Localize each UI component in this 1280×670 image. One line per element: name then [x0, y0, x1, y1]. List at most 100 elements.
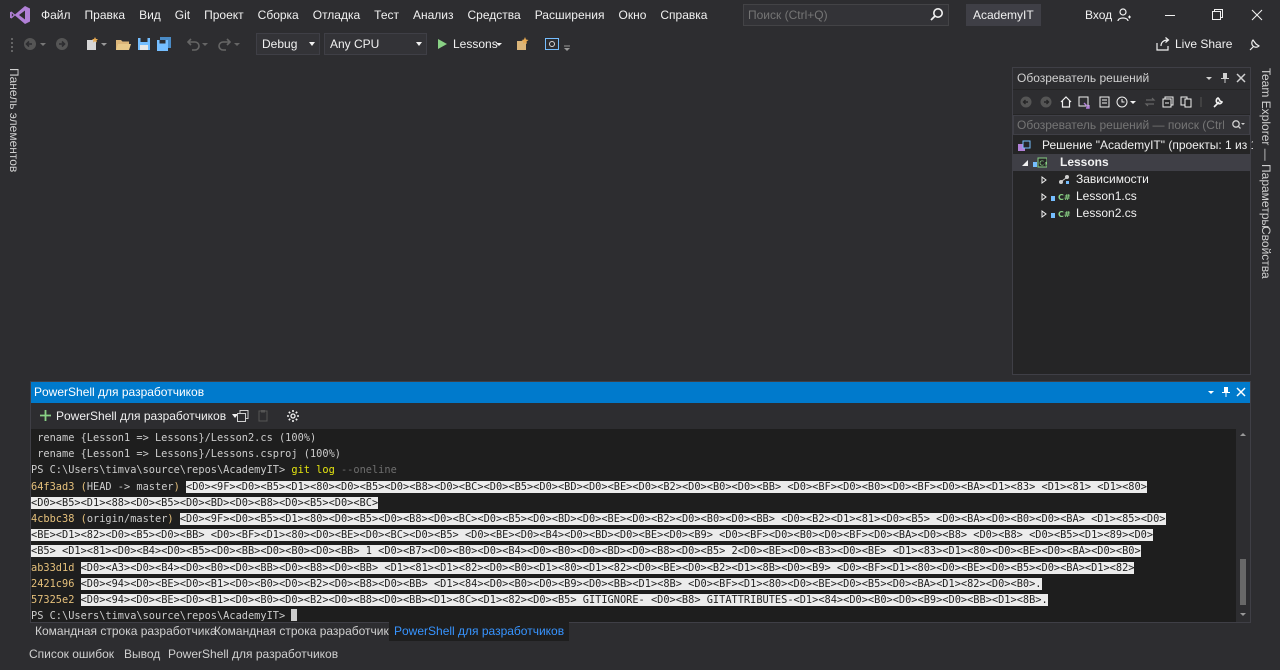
search-icon[interactable]: [928, 7, 946, 23]
menu-project[interactable]: Проект: [197, 0, 251, 30]
terminal-output[interactable]: rename {Lesson1 => Lessons}/Lesson2.cs (…: [31, 429, 1235, 622]
window-position-icon[interactable]: [1205, 386, 1217, 398]
back-dropdown-icon[interactable]: [38, 35, 48, 53]
save-all-icon[interactable]: [156, 35, 172, 53]
run-target-dropdown-icon[interactable]: [495, 35, 503, 53]
history-dropdown-icon[interactable]: [1129, 95, 1137, 109]
new-terminal-icon[interactable]: [39, 409, 52, 422]
tab-error-list[interactable]: Список ошибок: [24, 644, 119, 664]
tree-item-lesson1[interactable]: C# Lesson1.cs: [1013, 188, 1250, 205]
sign-in-link[interactable]: Вход: [1085, 0, 1112, 30]
tab-dev-powershell[interactable]: PowerShell для разработчиков: [389, 621, 570, 641]
settings-gear-icon[interactable]: [286, 409, 300, 423]
toolbar-overflow-icon[interactable]: [563, 35, 571, 53]
forward-icon[interactable]: [1039, 95, 1053, 109]
terminal-text: <B5> <D1><81><D0><B4><D0><B5><D0><BB><D0…: [31, 545, 1141, 558]
browser-link-icon[interactable]: [544, 35, 560, 53]
tab-output[interactable]: Вывод: [119, 644, 165, 664]
close-icon[interactable]: [1234, 0, 1280, 30]
tab-powershell[interactable]: PowerShell для разработчиков: [163, 644, 343, 664]
live-share-icon[interactable]: [1155, 35, 1171, 53]
undo-icon[interactable]: [185, 35, 201, 53]
pin-icon[interactable]: [1219, 72, 1231, 84]
navigate-forward-icon[interactable]: [54, 35, 70, 53]
menu-tools[interactable]: Средства: [461, 0, 528, 30]
close-icon[interactable]: [1235, 386, 1247, 398]
copy-icon[interactable]: [236, 409, 250, 423]
window-position-icon[interactable]: [1203, 72, 1215, 84]
properties-icon[interactable]: [1211, 95, 1225, 109]
home-icon[interactable]: [1059, 95, 1073, 109]
switch-views-icon[interactable]: [1077, 95, 1091, 109]
svg-text:C#: C#: [1058, 193, 1071, 202]
menu-git[interactable]: Git: [168, 0, 197, 30]
redo-icon[interactable]: [217, 35, 233, 53]
pin-icon[interactable]: [1220, 386, 1232, 398]
scroll-up-icon[interactable]: [1239, 431, 1247, 437]
back-icon[interactable]: [1019, 95, 1033, 109]
solution-search-input[interactable]: [1014, 116, 1224, 134]
search-icon[interactable]: [1231, 119, 1245, 131]
tree-item-solution[interactable]: Решение "AcademyIT" (проекты: 1 из 1): [1013, 137, 1261, 154]
open-folder-icon[interactable]: [115, 35, 131, 53]
solution-explorer-toolbar: [1013, 90, 1250, 114]
terminal-text: <D0><94><D0><BE><D0><B1><D0><B0><D0><B2>…: [80, 593, 1048, 606]
terminal-text: origin/master: [86, 512, 168, 525]
feedback-icon[interactable]: [1247, 35, 1263, 53]
menu-window[interactable]: Окно: [611, 0, 653, 30]
sync-icon[interactable]: [1143, 95, 1157, 109]
editor-area: [28, 58, 1010, 378]
configuration-select[interactable]: Debug: [256, 33, 320, 55]
tree-item-lesson2[interactable]: C# Lesson2.cs: [1013, 205, 1250, 222]
history-icon[interactable]: [1115, 95, 1129, 109]
scroll-down-icon[interactable]: [1239, 612, 1247, 618]
text-cursor: [291, 609, 298, 622]
menu-build[interactable]: Сборка: [251, 0, 306, 30]
visual-studio-logo-icon[interactable]: [9, 5, 31, 25]
collapse-all-icon[interactable]: [1161, 95, 1175, 109]
restore-icon[interactable]: [1193, 0, 1239, 30]
navigate-back-icon[interactable]: [22, 35, 38, 53]
platform-select[interactable]: Any CPU: [324, 33, 427, 55]
toolbox-tab[interactable]: Панель элементов: [7, 68, 21, 172]
new-project-dropdown-icon[interactable]: [100, 35, 108, 53]
undo-dropdown-icon[interactable]: [201, 35, 209, 53]
terminal-scrollbar[interactable]: [1236, 429, 1250, 622]
minimize-icon[interactable]: [1147, 0, 1193, 30]
menu-edit[interactable]: Правка: [78, 0, 133, 30]
tab-dev-cmd-1[interactable]: Командная строка разработчика: [30, 621, 222, 641]
run-target-button[interactable]: Lessons: [453, 33, 498, 55]
start-debugging-icon[interactable]: [435, 35, 449, 53]
paste-icon[interactable]: [256, 409, 270, 423]
tree-item-project[interactable]: C# Lessons: [1013, 154, 1250, 171]
platform-value: Any CPU: [330, 37, 380, 51]
menu-file[interactable]: Файл: [34, 0, 78, 30]
toolbar-grip-icon[interactable]: [10, 35, 18, 53]
terminal-profile-select[interactable]: PowerShell для разработчиков: [56, 407, 240, 425]
user-icon[interactable]: [1117, 8, 1131, 22]
save-icon[interactable]: [136, 35, 152, 53]
menu-debug[interactable]: Отладка: [306, 0, 367, 30]
menu-bar: Файл Правка Вид Git Проект Сборка Отладк…: [34, 0, 714, 30]
search-input[interactable]: [744, 5, 924, 25]
menu-test[interactable]: Тест: [367, 0, 406, 30]
tree-item-dependencies[interactable]: Зависимости: [1013, 171, 1250, 188]
solution-icon: [1018, 140, 1031, 151]
show-all-files-icon[interactable]: [1179, 95, 1193, 109]
menu-help[interactable]: Справка: [653, 0, 714, 30]
menu-extensions[interactable]: Расширения: [528, 0, 612, 30]
new-project-icon[interactable]: [84, 35, 100, 53]
live-share-button[interactable]: Live Share: [1175, 33, 1232, 55]
redo-dropdown-icon[interactable]: [233, 35, 241, 53]
debug-target-icon[interactable]: [515, 35, 531, 53]
tab-dev-cmd-2[interactable]: Командная строка разработчика: [209, 621, 401, 641]
menu-analyze[interactable]: Анализ: [406, 0, 461, 30]
menu-view[interactable]: Вид: [132, 0, 168, 30]
scrollbar-thumb[interactable]: [1240, 559, 1246, 605]
pending-changes-icon[interactable]: [1097, 95, 1111, 109]
close-icon[interactable]: [1235, 72, 1247, 84]
properties-tab[interactable]: Свойства: [1259, 226, 1273, 279]
team-explorer-tab[interactable]: Team Explorer — Параметры: [1259, 68, 1273, 228]
terminal-text: ): [167, 512, 180, 525]
